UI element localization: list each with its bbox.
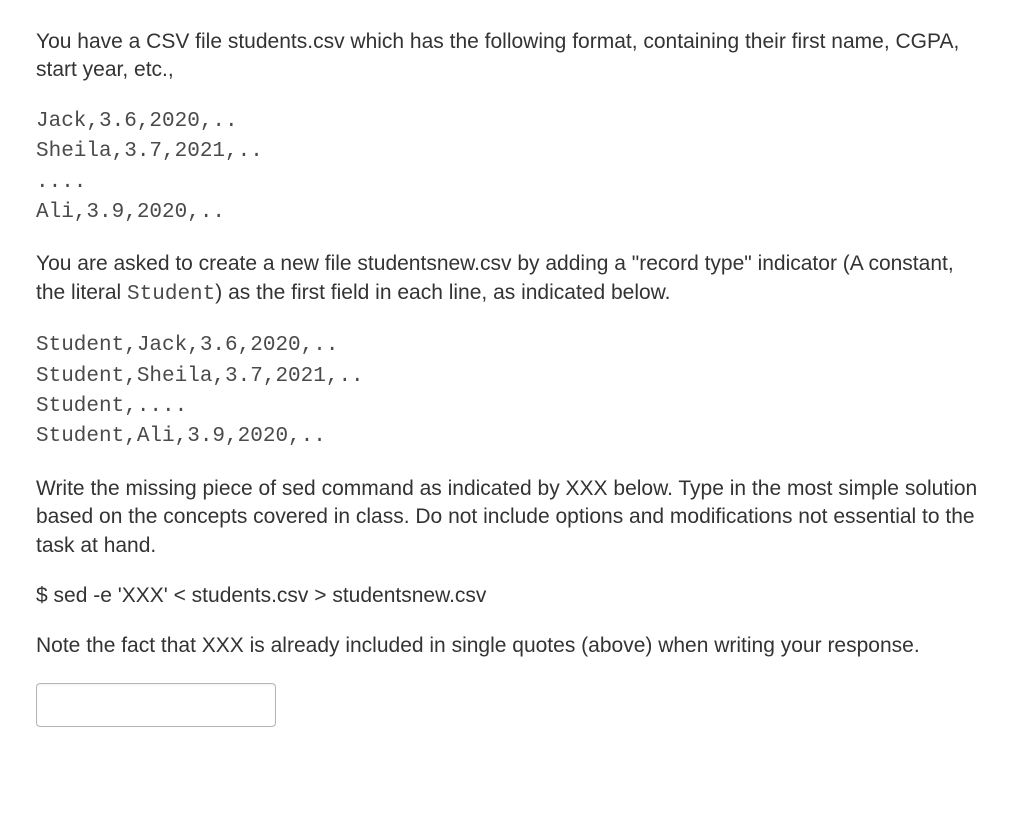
task-text-post: ) as the first field in each line, as in… — [215, 281, 670, 304]
answer-input[interactable] — [36, 683, 276, 727]
code-line: .... — [36, 171, 86, 194]
output-csv-sample: Student,Jack,3.6,2020,.. Student,Sheila,… — [36, 331, 988, 453]
input-csv-sample: Jack,3.6,2020,.. Sheila,3.7,2021,.. ....… — [36, 107, 988, 229]
code-line: Student,Ali,3.9,2020,.. — [36, 425, 326, 448]
code-line: Student,.... — [36, 395, 187, 418]
question-intro-paragraph: You have a CSV file students.csv which h… — [36, 28, 988, 85]
sed-command-line: $ sed -e 'XXX' < students.csv > students… — [36, 582, 988, 610]
instruction-paragraph: Write the missing piece of sed command a… — [36, 475, 988, 560]
task-description-paragraph: You are asked to create a new file stude… — [36, 250, 988, 309]
code-line: Student,Jack,3.6,2020,.. — [36, 334, 338, 357]
inline-code-student: Student — [127, 283, 215, 306]
code-line: Ali,3.9,2020,.. — [36, 201, 225, 224]
code-line: Sheila,3.7,2021,.. — [36, 140, 263, 163]
code-line: Jack,3.6,2020,.. — [36, 110, 238, 133]
note-paragraph: Note the fact that XXX is already includ… — [36, 632, 988, 660]
question-container: You have a CSV file students.csv which h… — [0, 0, 1024, 767]
code-line: Student,Sheila,3.7,2021,.. — [36, 365, 364, 388]
